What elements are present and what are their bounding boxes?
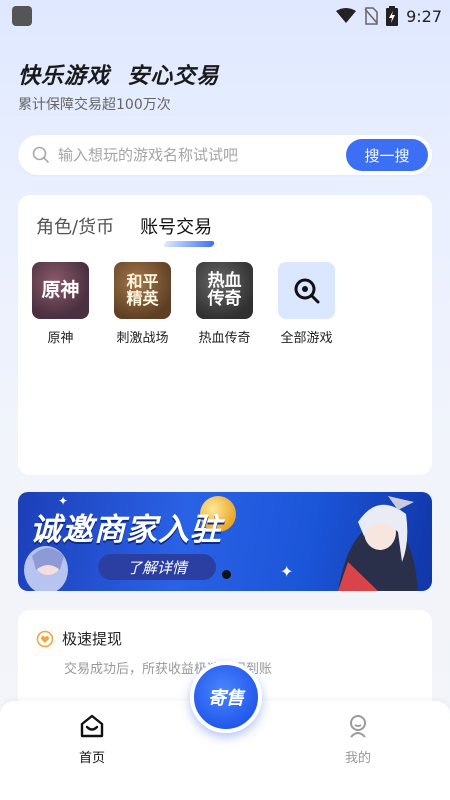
tab-account-trade[interactable]: 账号交易 <box>140 213 216 247</box>
active-tab-indicator <box>162 241 216 247</box>
game-item-peace-elite[interactable]: 和平精英 刺激战场 <box>114 262 171 346</box>
clock: 9:27 <box>406 6 442 26</box>
tab-label: 首页 <box>78 751 105 766</box>
trade-tabs: 角色/货币 账号交易 <box>36 213 216 247</box>
carousel-indicator <box>222 570 231 579</box>
no-sim-icon <box>364 7 378 25</box>
shield-heart-icon <box>36 630 54 647</box>
status-bar: 9:27 <box>0 0 450 32</box>
game-item-genshin[interactable]: 原神 原神 <box>32 262 89 346</box>
learn-more-button[interactable]: 了解详情 <box>98 554 216 580</box>
tile-text: 原神 <box>41 278 80 301</box>
hero-subtitle: 累计保障交易超100万次 <box>18 97 171 113</box>
tab-label: 账号交易 <box>140 217 213 238</box>
tab-label: 角色/货币 <box>36 217 115 238</box>
game-grid: 原神 原神 和平精英 刺激战场 热血传奇 热血传奇 全部游戏 <box>32 262 335 346</box>
search-bar: 搜一搜 <box>18 135 432 175</box>
game-item-all[interactable]: 全部游戏 <box>278 262 335 346</box>
tile-text: 热血传奇 <box>207 270 242 309</box>
game-label: 刺激战场 <box>116 331 169 346</box>
hero-title: 快乐游戏 安心交易 <box>18 64 220 89</box>
search-button[interactable]: 搜一搜 <box>346 139 428 171</box>
search-icon <box>32 146 50 164</box>
banner-title: 诚邀商家入驻 <box>30 512 222 548</box>
search-input[interactable] <box>58 146 346 164</box>
merchant-banner[interactable]: ✦ ✦ 诚邀商家入驻 了解详情 <box>18 492 432 591</box>
feature-title: 极速提现 <box>62 630 123 648</box>
feature-item: 极速提现 <box>36 628 122 649</box>
game-item-legend[interactable]: 热血传奇 热血传奇 <box>196 262 253 346</box>
tab-role-currency[interactable]: 角色/货币 <box>36 213 114 245</box>
genshin-game-icon: 原神 <box>32 262 89 319</box>
app-notification-icon <box>12 6 32 26</box>
tab-profile[interactable]: 我的 <box>328 713 388 766</box>
tile-text: 和平精英 <box>126 271 159 308</box>
profile-icon <box>350 715 366 738</box>
tab-home[interactable]: 首页 <box>62 713 122 766</box>
all-games-icon <box>278 262 335 319</box>
sparkle-icon: ✦ <box>280 562 294 581</box>
game-label: 热血传奇 <box>198 331 251 346</box>
wifi-icon <box>336 8 357 23</box>
game-label: 原神 <box>47 331 74 346</box>
game-label: 全部游戏 <box>280 331 333 346</box>
battery-charging-icon <box>386 6 399 26</box>
search-icon <box>294 278 319 303</box>
home-icon <box>80 714 104 738</box>
tab-label: 我的 <box>344 751 371 766</box>
consign-sell-button[interactable]: 寄售 <box>190 661 262 733</box>
character-illustration <box>338 496 418 591</box>
peace-elite-game-icon: 和平精英 <box>114 262 171 319</box>
legend-game-icon: 热血传奇 <box>196 262 253 319</box>
trade-card: 角色/货币 账号交易 原神 原神 和平精英 刺激战场 热血传奇 热血传奇 全部游… <box>18 195 432 475</box>
